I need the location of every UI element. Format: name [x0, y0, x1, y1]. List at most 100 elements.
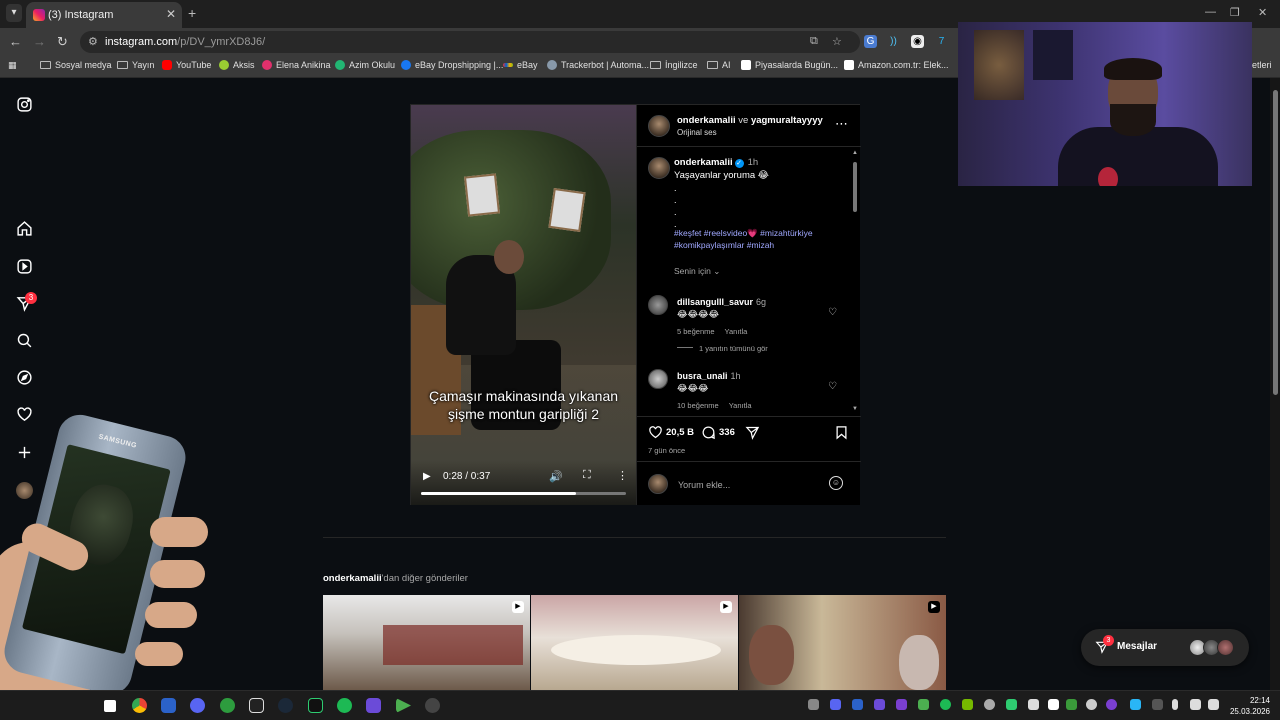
bookmark-item[interactable]: Yayın — [117, 60, 154, 70]
spotify-icon[interactable] — [337, 698, 352, 713]
reload-icon[interactable]: ↻ — [57, 34, 68, 50]
reply-link[interactable]: Yanıtla — [725, 327, 748, 336]
close-window-icon[interactable]: ✕ — [1258, 6, 1267, 19]
microphone-icon[interactable] — [1172, 699, 1178, 710]
caption-avatar[interactable] — [648, 157, 670, 179]
for-you-label[interactable]: Senin için ⌄ — [674, 266, 720, 277]
comment-like-icon[interactable]: ♡ — [828, 381, 837, 392]
system-clock[interactable]: 22:14 25.03.2026 — [1226, 695, 1270, 717]
tray-icon[interactable] — [984, 699, 995, 710]
comment-button[interactable]: 336 — [701, 425, 735, 440]
audio-extension-icon[interactable]: )) — [887, 35, 900, 48]
coauthor-link[interactable]: yagmuraltayyyy — [751, 115, 823, 126]
bookmark-item[interactable]: Elena Anikina — [262, 60, 331, 70]
bookmark-item[interactable]: eBay — [503, 60, 538, 70]
bookmark-item[interactable]: Aksis — [219, 60, 255, 70]
play-icon[interactable]: ▶ — [423, 471, 431, 482]
nvidia-icon[interactable] — [308, 698, 323, 713]
steam-icon[interactable] — [278, 698, 293, 713]
messages-button[interactable]: 3 Mesajlar — [1081, 629, 1249, 666]
reply-link[interactable]: Yanıtla — [729, 401, 752, 410]
bookmark-star-icon[interactable]: ☆ — [832, 35, 842, 48]
comment-avatar[interactable] — [648, 369, 668, 389]
comment-like-icon[interactable]: ♡ — [828, 307, 837, 318]
tray-icon[interactable] — [1086, 699, 1097, 710]
apps-icon[interactable]: ▦ — [8, 60, 17, 71]
volume-tray-icon[interactable] — [1208, 699, 1219, 710]
scroll-down-icon[interactable]: ▼ — [852, 406, 858, 412]
tray-nvidia-icon[interactable] — [962, 699, 973, 710]
comment-likes[interactable]: 5 beğenme — [677, 327, 715, 336]
taskbar-app-icon[interactable] — [161, 698, 176, 713]
play-app-icon[interactable] — [396, 698, 411, 713]
tray-icon[interactable] — [1006, 699, 1017, 710]
tray-icon[interactable] — [918, 699, 929, 710]
tray-discord-icon[interactable] — [830, 699, 841, 710]
post-thumbnail[interactable]: ▶ — [739, 595, 946, 690]
more-posts-user[interactable]: onderkamalii — [323, 573, 382, 584]
translate-extension-icon[interactable]: G — [864, 35, 877, 48]
chrome-icon[interactable] — [132, 698, 147, 713]
tray-spotify-icon[interactable] — [940, 699, 951, 710]
bookmark-item[interactable]: Piyasalarda Bugün... — [741, 60, 838, 70]
bookmark-item[interactable]: AI — [707, 60, 731, 70]
extension-icon-2[interactable]: 7 — [935, 35, 948, 48]
epic-games-icon[interactable] — [249, 698, 264, 713]
bookmark-item[interactable]: etleri — [1252, 60, 1272, 70]
caption-user[interactable]: onderkamalii ✓ 1h — [674, 157, 758, 168]
tray-icon[interactable] — [1028, 699, 1039, 710]
caption-hashtags[interactable]: #keşfet #reelsvideo💗 #mizahtürkiye #komi… — [674, 227, 849, 251]
bookmark-item[interactable]: Azim Okulu — [335, 60, 395, 70]
minimize-icon[interactable]: — — [1205, 6, 1216, 18]
bookmark-item[interactable]: Amazon.com.tr: Elek... — [844, 60, 949, 70]
new-tab-button[interactable]: + — [188, 5, 196, 21]
tray-icon[interactable] — [874, 699, 885, 710]
bookmark-item[interactable]: İngilizce — [650, 60, 698, 70]
site-info-icon[interactable]: ⚙ — [88, 35, 98, 48]
tray-icon[interactable] — [852, 699, 863, 710]
fullscreen-icon[interactable]: ⛶ — [583, 469, 591, 482]
forward-icon[interactable]: → — [33, 34, 46, 49]
video-progress-bar[interactable] — [421, 492, 626, 495]
comment-user[interactable]: dillsangulll_savur 6g — [677, 297, 766, 307]
comment-avatar[interactable] — [648, 295, 668, 315]
browser-tab-instagram[interactable]: (3) Instagram ✕ — [26, 2, 182, 28]
discord-icon[interactable] — [190, 698, 205, 713]
back-icon[interactable]: ← — [9, 34, 22, 49]
taskbar-app-icon[interactable] — [104, 700, 116, 712]
bookmark-item[interactable]: Sosyal medya — [40, 60, 112, 70]
more-options-icon[interactable]: ⋯ — [835, 116, 848, 132]
extension-icon[interactable]: ◉ — [911, 35, 924, 48]
post-thumbnail[interactable]: ▶ — [531, 595, 738, 690]
video-more-icon[interactable]: ⋮ — [617, 469, 628, 482]
tray-icon[interactable] — [1152, 699, 1163, 710]
save-button[interactable] — [834, 425, 849, 440]
home-icon[interactable] — [16, 220, 33, 237]
bookmark-item[interactable]: eBay Dropshipping |... — [401, 60, 503, 70]
obs-icon[interactable] — [425, 698, 440, 713]
tray-icon[interactable] — [896, 699, 907, 710]
page-scrollbar[interactable] — [1270, 78, 1280, 690]
scroll-up-icon[interactable]: ▲ — [852, 150, 858, 156]
maximize-icon[interactable]: ❐ — [1230, 6, 1240, 19]
install-app-icon[interactable]: ⧉ — [810, 35, 818, 48]
tray-icon[interactable] — [1106, 699, 1117, 710]
like-button[interactable]: 20,5 B — [648, 425, 694, 440]
tray-icon[interactable] — [1048, 699, 1059, 710]
page-scroll-thumb[interactable] — [1273, 90, 1278, 395]
volume-icon[interactable]: 🔊 — [549, 470, 563, 483]
tray-icon[interactable] — [808, 699, 819, 710]
xbox-icon[interactable] — [220, 698, 235, 713]
comment-user[interactable]: busra_unali 1h — [677, 371, 741, 381]
tray-icon[interactable] — [1066, 699, 1077, 710]
emoji-icon[interactable]: ☺ — [829, 476, 843, 490]
instagram-logo-icon[interactable] — [16, 96, 33, 113]
tray-icon[interactable] — [1130, 699, 1141, 710]
reel-video[interactable]: Çamaşır makinasında yıkanan şişme montun… — [411, 105, 636, 505]
taskbar-app-icon[interactable] — [366, 698, 381, 713]
bookmark-item[interactable]: YouTube — [162, 60, 211, 70]
share-button[interactable] — [745, 425, 760, 440]
tab-search-button[interactable]: ▾ — [6, 4, 22, 22]
comments-scrollbar[interactable]: ▲ ▼ — [851, 150, 859, 414]
search-icon[interactable] — [16, 332, 33, 349]
